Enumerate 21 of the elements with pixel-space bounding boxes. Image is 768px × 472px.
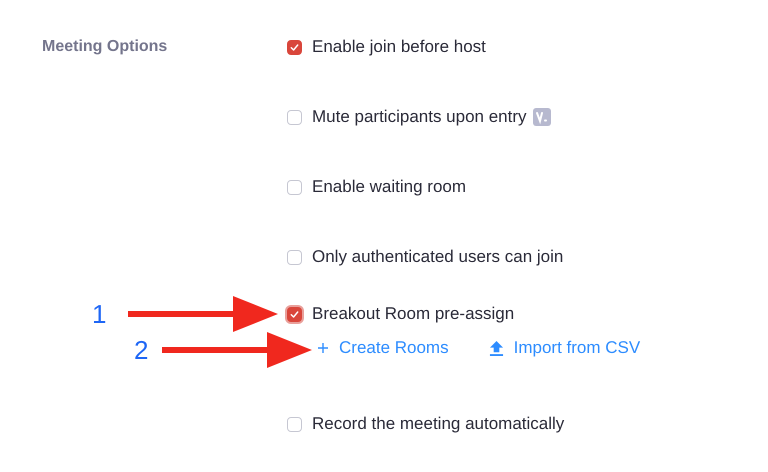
option-label: Only authenticated users can join bbox=[312, 247, 564, 267]
checkbox[interactable] bbox=[287, 306, 302, 322]
checkbox[interactable] bbox=[287, 250, 302, 264]
checkbox[interactable] bbox=[287, 416, 302, 432]
link-button[interactable]: Import from CSV bbox=[488, 338, 640, 358]
option-label: Enable join before host bbox=[312, 37, 486, 57]
checkbox[interactable] bbox=[287, 110, 302, 124]
upload-icon bbox=[488, 340, 504, 356]
annotation-number: 2 bbox=[134, 334, 148, 366]
checkbox[interactable] bbox=[287, 180, 302, 194]
option-label: Record the meeting automatically bbox=[312, 414, 564, 434]
check-icon bbox=[289, 308, 300, 320]
section-label: Meeting Options bbox=[42, 37, 168, 57]
annotation-number: 1 bbox=[92, 298, 106, 330]
check-icon bbox=[289, 42, 300, 52]
option-label: Mute participants upon entry bbox=[312, 107, 527, 127]
option-label: Breakout Room pre-assign bbox=[312, 304, 514, 324]
link-button[interactable]: Create Rooms bbox=[317, 338, 449, 358]
option-label: Enable waiting room bbox=[312, 177, 466, 197]
checkbox[interactable] bbox=[287, 40, 302, 54]
plus-icon bbox=[317, 342, 329, 354]
